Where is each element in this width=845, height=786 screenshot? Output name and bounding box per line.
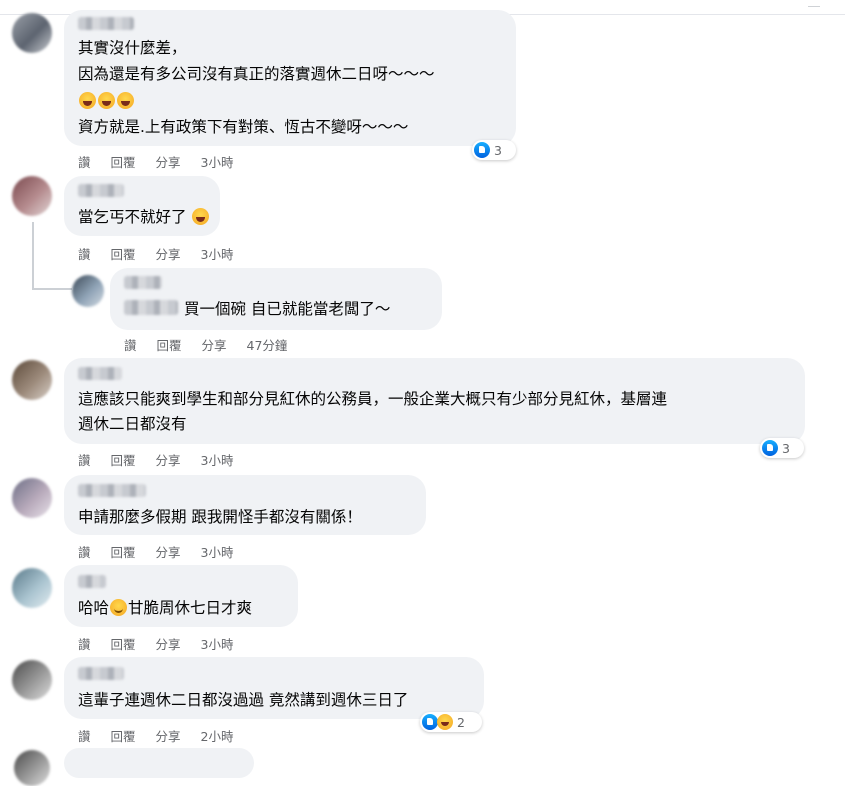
reply-button[interactable]: 回覆	[157, 338, 182, 353]
reply-thread-connector	[32, 288, 72, 290]
rolling-laugh-emoji	[117, 92, 134, 109]
reply-button[interactable]: 回覆	[111, 247, 136, 262]
reply-button[interactable]: 回覆	[111, 545, 136, 560]
comment-text-line: 這輩子連週休二日都沒過過 竟然講到週休三日了	[78, 691, 409, 709]
avatar[interactable]	[12, 660, 52, 700]
reaction-count: 3	[494, 142, 502, 158]
reaction-count: 2	[457, 714, 465, 730]
like-button[interactable]: 讚	[78, 247, 91, 262]
reaction-summary[interactable]: 3	[760, 438, 804, 458]
comment-actions: 讚 回覆 分享 47分鐘	[124, 335, 287, 354]
comment-text-line: 買一個碗 自已就能當老闆了～	[184, 300, 391, 318]
timestamp[interactable]: 3小時	[201, 155, 234, 170]
smile-emoji	[110, 599, 128, 616]
like-button[interactable]: 讚	[124, 338, 137, 353]
share-button[interactable]: 分享	[156, 545, 181, 560]
avatar[interactable]	[12, 568, 52, 608]
share-button[interactable]: 分享	[156, 247, 181, 262]
timestamp[interactable]: 2小時	[201, 729, 234, 744]
reply-button[interactable]: 回覆	[111, 155, 136, 170]
commenter-name-blurred[interactable]	[78, 667, 124, 680]
avatar[interactable]	[12, 13, 52, 53]
share-button[interactable]: 分享	[156, 729, 181, 744]
commenter-name-blurred[interactable]	[78, 184, 124, 197]
comment-text-line: 哈哈 甘脆周休七日才爽	[78, 597, 252, 620]
like-reaction-icon	[762, 440, 778, 456]
comment-actions: 讚 回覆 分享 3小時	[78, 152, 233, 171]
reply-thread-line	[32, 222, 34, 290]
timestamp[interactable]: 47分鐘	[247, 338, 288, 353]
like-button[interactable]: 讚	[78, 155, 91, 170]
top-edge-mark	[808, 0, 820, 7]
comment-text-line: 當乞丐不就好了	[78, 206, 210, 229]
avatar[interactable]	[12, 478, 52, 518]
comment-actions: 讚 回覆 分享 3小時	[78, 244, 233, 263]
like-reaction-icon	[474, 142, 490, 158]
rolling-laugh-emoji	[98, 92, 115, 109]
share-button[interactable]: 分享	[156, 453, 181, 468]
comment-bubble-partial	[64, 748, 254, 778]
avatar[interactable]	[72, 275, 104, 307]
like-button[interactable]: 讚	[78, 637, 91, 652]
like-button[interactable]: 讚	[78, 545, 91, 560]
mention-tag-blurred[interactable]	[124, 300, 178, 315]
comment-text: 哈哈	[78, 599, 110, 617]
emoji-row	[78, 90, 135, 113]
commenter-name-blurred[interactable]	[78, 17, 134, 30]
comment-actions: 讚 回覆 分享 2小時	[78, 726, 233, 745]
comment-actions: 讚 回覆 分享 3小時	[78, 450, 233, 469]
comment-text: 甘脆周休七日才爽	[128, 599, 253, 617]
comment-text: 當乞丐不就好了	[78, 208, 187, 226]
comment-actions: 讚 回覆 分享 3小時	[78, 542, 233, 561]
timestamp[interactable]: 3小時	[201, 545, 234, 560]
timestamp[interactable]: 3小時	[201, 247, 234, 262]
avatar[interactable]	[12, 360, 52, 400]
comment-text-line: 週休二日都沒有	[78, 415, 187, 433]
timestamp[interactable]: 3小時	[201, 637, 234, 652]
share-button[interactable]: 分享	[202, 338, 227, 353]
haha-reaction-icon	[437, 714, 453, 730]
reply-button[interactable]: 回覆	[111, 729, 136, 744]
commenter-name-blurred[interactable]	[124, 276, 162, 289]
commenter-name-blurred[interactable]	[78, 575, 106, 588]
reaction-count: 3	[782, 440, 790, 456]
like-reaction-icon	[422, 714, 438, 730]
comment-actions: 讚 回覆 分享 3小時	[78, 634, 233, 653]
avatar[interactable]	[12, 176, 52, 216]
avatar[interactable]	[14, 750, 50, 786]
comment-text-line: 申請那麼多假期 跟我開怪手都沒有關係！	[78, 508, 362, 526]
reply-button[interactable]: 回覆	[111, 637, 136, 652]
like-button[interactable]: 讚	[78, 453, 91, 468]
reply-button[interactable]: 回覆	[111, 453, 136, 468]
comment-text-line: 資方就是.上有政策下有對策、恆古不變呀～～～	[78, 118, 409, 136]
like-button[interactable]: 讚	[78, 729, 91, 744]
rolling-laugh-emoji	[79, 92, 96, 109]
share-button[interactable]: 分享	[156, 155, 181, 170]
reaction-summary[interactable]: 3	[472, 140, 516, 160]
reaction-summary[interactable]: 2	[420, 712, 482, 732]
commenter-name-blurred[interactable]	[78, 367, 122, 380]
comment-text-line: 因為還是有多公司沒有真正的落實週休二日呀～～～	[78, 65, 435, 83]
comment-text-line: 其實沒什麼差，	[78, 39, 187, 57]
timestamp[interactable]: 3小時	[201, 453, 234, 468]
comment-text-line: 這應該只能爽到學生和部分見紅休的公務員，一般企業大概只有少部分見紅休，基層連	[78, 390, 668, 408]
commenter-name-blurred[interactable]	[78, 484, 146, 497]
laughing-emoji	[192, 208, 210, 225]
share-button[interactable]: 分享	[156, 637, 181, 652]
